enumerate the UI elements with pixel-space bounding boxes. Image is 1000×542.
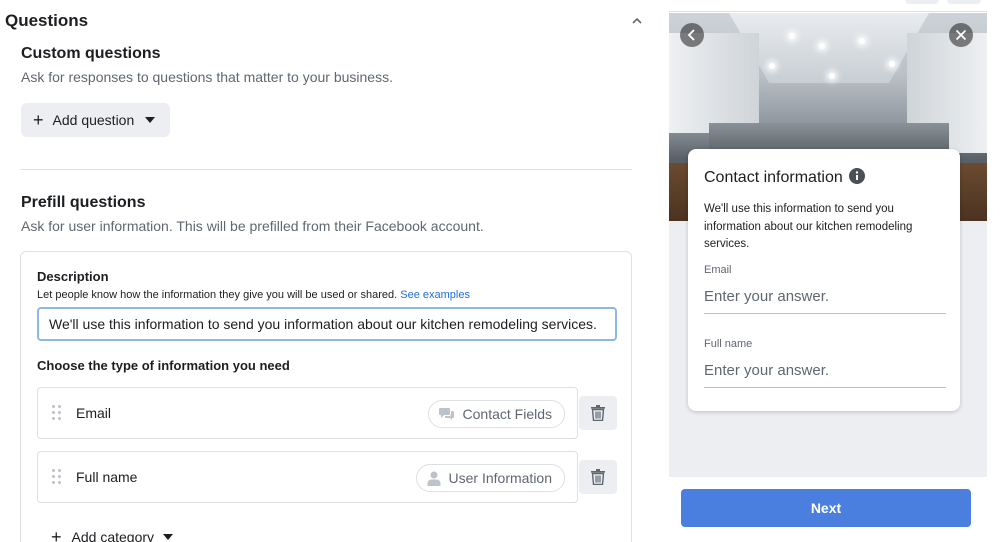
full-name-label: Full name xyxy=(704,338,753,350)
contact-info-text: We'll use this information to send you i… xyxy=(704,203,913,250)
drag-handle-icon[interactable] xyxy=(52,405,64,423)
chevron-left-icon xyxy=(687,29,695,41)
custom-questions-subtitle: Ask for responses to questions that matt… xyxy=(21,69,393,85)
category-label: Contact Fields xyxy=(462,406,552,422)
custom-questions-title: Custom questions xyxy=(21,45,161,62)
field-name: Email xyxy=(76,405,112,421)
prefill-card: Description Let people know how the info… xyxy=(20,251,632,542)
toolbar-tab[interactable] xyxy=(905,0,939,4)
caret-down-icon xyxy=(145,117,156,123)
info-icon[interactable] xyxy=(849,168,865,184)
description-input[interactable]: We'll use this information to send you i… xyxy=(37,307,617,341)
delete-full-name-button[interactable] xyxy=(579,460,617,494)
category-pill: User Information xyxy=(415,464,565,492)
plus-icon: + xyxy=(51,527,62,542)
delete-email-button[interactable] xyxy=(579,396,617,430)
add-category-label: Add category xyxy=(71,529,155,542)
field-row-full-name: Full name User Information xyxy=(37,451,578,503)
person-icon xyxy=(427,471,441,486)
see-examples-link[interactable]: See examples xyxy=(400,289,470,301)
previous-button[interactable] xyxy=(680,23,704,47)
contact-info-title: Contact information xyxy=(704,169,843,186)
chat-bubbles-icon xyxy=(438,408,454,420)
close-button[interactable] xyxy=(949,23,973,47)
category-pill: Contact Fields xyxy=(427,400,565,428)
close-icon xyxy=(955,29,967,41)
trash-icon xyxy=(591,405,605,421)
section-title: Questions xyxy=(5,11,89,30)
form-preview: Contact information We'll use this infor… xyxy=(669,13,987,477)
divider xyxy=(21,169,632,170)
description-help: Let people know how the information they… xyxy=(37,289,470,301)
full-name-field[interactable]: Enter your answer. xyxy=(704,362,946,388)
drag-handle-icon[interactable] xyxy=(52,469,64,487)
toolbar-tab[interactable] xyxy=(947,0,981,4)
chevron-up-icon[interactable] xyxy=(630,14,644,28)
email-label: Email xyxy=(704,264,732,276)
contact-info-card: Contact information We'll use this infor… xyxy=(688,149,960,411)
description-help-text: Let people know how the information they… xyxy=(37,289,398,301)
add-category-button[interactable]: + Add category xyxy=(51,527,174,542)
category-label: User Information xyxy=(448,470,552,486)
plus-icon: + xyxy=(33,110,44,130)
prefill-questions-subtitle: Ask for user information. This will be p… xyxy=(21,218,484,234)
caret-down-icon xyxy=(163,534,174,540)
next-button[interactable]: Next xyxy=(681,489,971,527)
add-question-button[interactable]: + Add question xyxy=(21,103,170,137)
choose-info-label: Choose the type of information you need xyxy=(37,358,290,373)
field-name: Full name xyxy=(76,469,138,485)
add-question-label: Add question xyxy=(52,112,135,128)
preview-toolbar xyxy=(669,0,987,12)
field-row-email: Email Contact Fields xyxy=(37,387,578,439)
email-field[interactable]: Enter your answer. xyxy=(704,288,946,314)
questions-panel: Questions Custom questions Ask for respo… xyxy=(0,0,650,542)
description-label: Description xyxy=(37,269,109,284)
prefill-questions-title: Prefill questions xyxy=(21,194,146,211)
trash-icon xyxy=(591,469,605,485)
preview-panel: Contact information We'll use this infor… xyxy=(669,0,987,542)
